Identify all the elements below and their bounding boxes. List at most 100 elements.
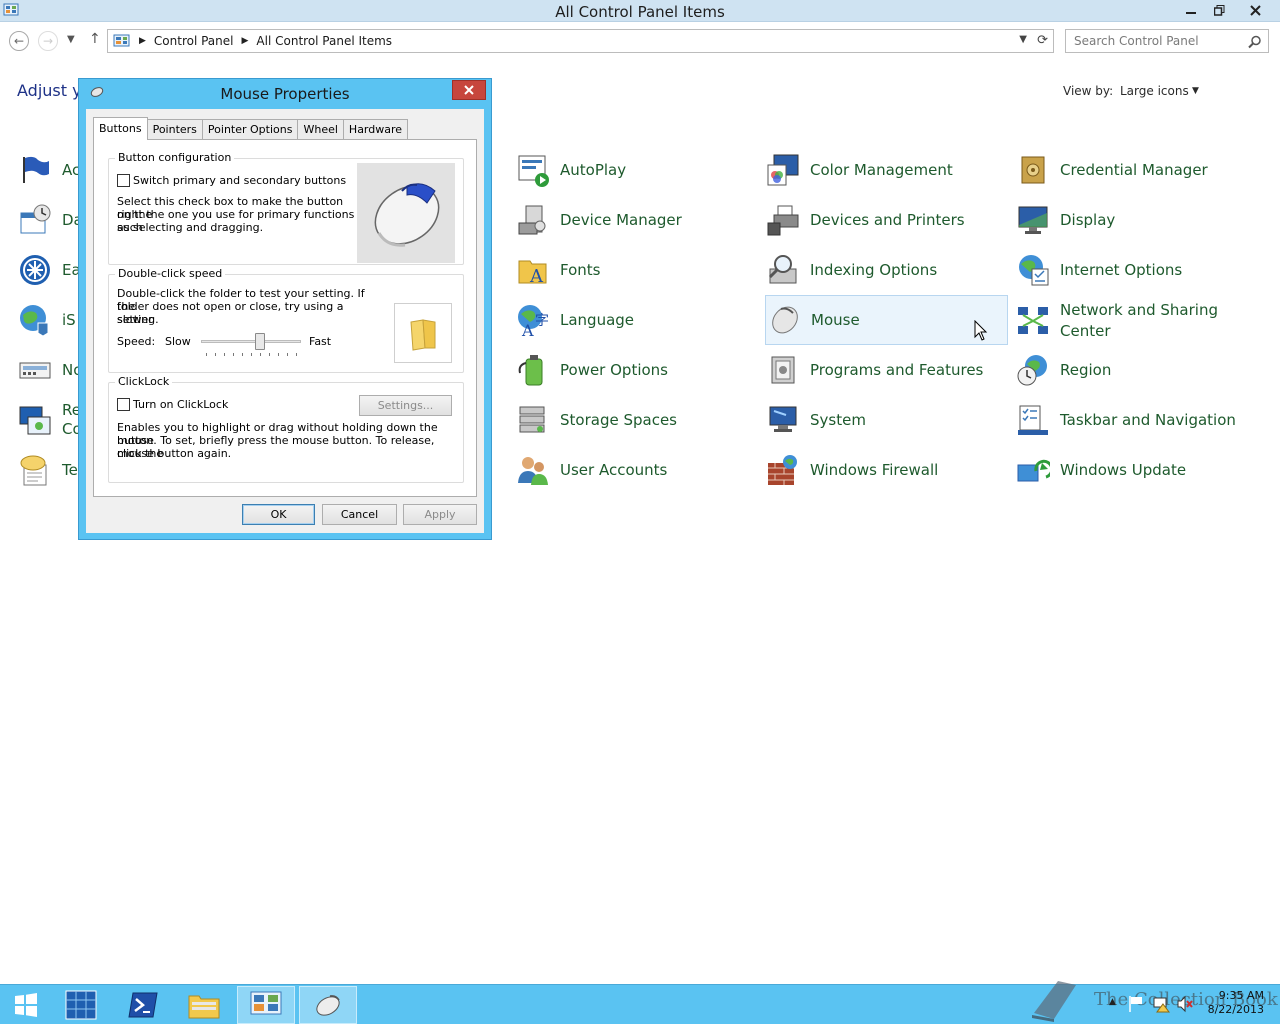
apply-button[interactable]: Apply	[403, 504, 477, 525]
minimize-icon	[1186, 12, 1196, 14]
item-programs-features[interactable]: Programs and Features	[766, 347, 983, 393]
network-icon	[1018, 307, 1048, 334]
double-click-speed-slider[interactable]	[201, 333, 301, 357]
slider-tick	[269, 353, 270, 356]
item-windows-update[interactable]: Windows Update	[1016, 447, 1186, 493]
taskbar-powershell[interactable]	[114, 986, 172, 1024]
refresh-icon[interactable]: ⟳	[1037, 33, 1048, 48]
item-credential-manager[interactable]: Credential Manager	[1016, 147, 1208, 193]
remoteapp-icon	[19, 406, 51, 435]
item-internet-options[interactable]: Internet Options	[1016, 247, 1182, 293]
search-input[interactable]: Search Control Panel	[1065, 29, 1269, 53]
slider-tick	[287, 353, 288, 356]
tab-buttons[interactable]: Buttons	[93, 117, 148, 140]
taskbar-control-panel[interactable]	[237, 986, 295, 1024]
close-button[interactable]	[1240, 0, 1270, 20]
breadcrumb-all-items[interactable]: All Control Panel Items	[256, 34, 392, 48]
item-autoplay[interactable]: AutoPlay	[516, 147, 626, 193]
folder-icon[interactable]	[395, 304, 453, 364]
item-taskbar-navigation[interactable]: Taskbar and Navigation	[1016, 397, 1236, 443]
network-warning-icon[interactable]	[1152, 995, 1170, 1013]
volume-muted-icon[interactable]	[1176, 995, 1194, 1013]
up-button[interactable]: ↑	[89, 31, 101, 47]
item-label: Mouse	[811, 310, 860, 329]
address-bar[interactable]: ▶ Control Panel ▶ All Control Panel Item…	[107, 29, 1054, 53]
breadcrumb-control-panel[interactable]: Control Panel	[154, 34, 234, 48]
tab-pointers[interactable]: Pointers	[146, 119, 203, 139]
tab-wheel[interactable]: Wheel	[297, 119, 344, 139]
item-color-management[interactable]: Color Management	[766, 147, 953, 193]
taskbar-mouse-properties[interactable]	[299, 986, 357, 1024]
forward-button[interactable]: →	[38, 31, 58, 51]
group-title: Double-click speed	[115, 267, 226, 280]
cancel-button[interactable]: Cancel	[322, 504, 397, 525]
taskbar-server-manager[interactable]	[52, 986, 110, 1024]
item-system[interactable]: System	[766, 397, 866, 443]
system-clock[interactable]: 9:35 AM 8/22/2013	[1208, 989, 1264, 1017]
system-icon	[769, 406, 797, 432]
test-folder-area[interactable]	[394, 303, 452, 363]
back-button[interactable]: ←	[9, 31, 29, 51]
button-configuration-group: Button configuration Switch primary and …	[108, 151, 464, 265]
recent-locations-button[interactable]: ▼	[67, 34, 75, 45]
item-storage-spaces[interactable]: Storage Spaces	[516, 397, 677, 443]
item-devices-printers[interactable]: Devices and Printers	[766, 197, 965, 243]
item-indexing-options[interactable]: Indexing Options	[766, 247, 937, 293]
dialog-close-button[interactable]	[452, 80, 486, 100]
window-title: All Control Panel Items	[555, 3, 725, 21]
start-button[interactable]	[0, 986, 52, 1024]
view-by-dropdown[interactable]: Large icons	[1120, 84, 1189, 98]
item-label: Indexing Options	[810, 260, 938, 279]
taskbar-file-explorer[interactable]	[175, 986, 233, 1024]
display-icon	[1018, 206, 1048, 234]
slider-thumb[interactable]	[255, 333, 265, 350]
action-center-flag-icon[interactable]	[1128, 995, 1144, 1013]
navigation-bar: ← → ▼ ↑ ▶ Control Panel ▶ All Control Pa…	[0, 22, 1280, 60]
tab-pointer-options[interactable]: Pointer Options	[201, 119, 299, 139]
item-mouse[interactable]: Mouse	[765, 295, 1008, 345]
dialog-title: Mouse Properties	[220, 85, 350, 103]
item-power-options[interactable]: Power Options	[516, 347, 668, 393]
ok-button[interactable]: OK	[242, 504, 315, 525]
server-manager-icon	[65, 990, 97, 1020]
switch-buttons-checkbox[interactable]	[117, 174, 130, 187]
mouse-illustration	[357, 163, 455, 263]
clicklock-description-3: mouse button again.	[117, 447, 232, 460]
item-language[interactable]: A 字 Language	[516, 297, 634, 343]
show-hidden-icons-button[interactable]: ▲	[1109, 997, 1116, 1007]
minimize-button[interactable]	[1176, 0, 1206, 20]
item-fonts[interactable]: A Fonts	[516, 247, 600, 293]
switch-buttons-label[interactable]: Switch primary and secondary buttons	[133, 174, 346, 187]
address-dropdown-icon[interactable]: ▼	[1019, 34, 1027, 45]
item-windows-firewall[interactable]: Windows Firewall	[766, 447, 938, 493]
breadcrumb-separator-icon[interactable]: ▶	[242, 36, 249, 46]
group-title: Button configuration	[115, 151, 235, 164]
chevron-down-icon[interactable]: ▼	[1192, 86, 1199, 96]
internet-options-icon	[1019, 255, 1049, 286]
group-title: ClickLock	[115, 375, 173, 388]
item-label: Language	[560, 310, 635, 329]
restore-button[interactable]	[1204, 0, 1234, 20]
tab-hardware[interactable]: Hardware	[342, 119, 409, 139]
search-icon[interactable]	[1248, 35, 1262, 49]
item-region[interactable]: Region	[1016, 347, 1111, 393]
window-titlebar: All Control Panel Items	[0, 0, 1280, 22]
clicklock-label[interactable]: Turn on ClickLock	[133, 398, 228, 411]
color-management-icon	[767, 154, 799, 186]
taskbar-icon	[1018, 405, 1048, 435]
item-label: Device Manager	[560, 210, 682, 229]
dialog-tabs: Buttons Pointers Pointer Options Wheel H…	[93, 117, 409, 140]
calendar-clock-icon	[20, 204, 51, 234]
svg-text:字: 字	[535, 313, 549, 329]
clicklock-checkbox[interactable]	[117, 398, 130, 411]
user-accounts-icon	[518, 457, 548, 485]
device-manager-icon	[518, 205, 546, 235]
mouse-icon	[772, 306, 798, 334]
item-device-manager[interactable]: Device Manager	[516, 197, 682, 243]
item-display[interactable]: Display	[1016, 197, 1115, 243]
item-user-accounts[interactable]: User Accounts	[516, 447, 667, 493]
breadcrumb-separator-icon[interactable]: ▶	[139, 36, 146, 46]
item-network-sharing[interactable]: Network and Sharing Center	[1016, 297, 1230, 345]
clicklock-settings-button[interactable]: Settings...	[359, 395, 452, 416]
item-label: Network and Sharing Center	[1060, 301, 1218, 340]
